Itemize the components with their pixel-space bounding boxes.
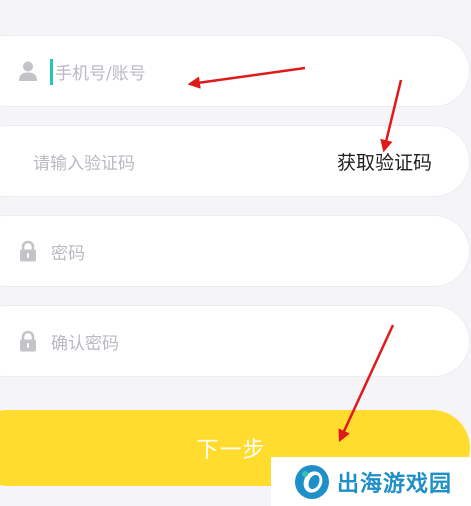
verification-code-field[interactable]: 请输入验证码 获取验证码 (0, 125, 470, 197)
code-placeholder: 请输入验证码 (33, 153, 135, 174)
confirm-password-placeholder: 确认密码 (51, 333, 119, 354)
password-placeholder: 密码 (51, 243, 85, 264)
watermark-logo-icon (295, 465, 329, 499)
watermark-text: 出海游戏园 (337, 472, 453, 497)
watermark: 出海游戏园 (271, 457, 471, 506)
account-placeholder: 手机号/账号 (55, 63, 146, 84)
register-page: 手机号/账号 请输入验证码 获取验证码 密码 确认密码 下一步 出海游戏园 (0, 0, 471, 506)
password-field[interactable]: 密码 (0, 215, 470, 287)
lock-icon (17, 329, 39, 353)
next-step-label: 下一步 (196, 438, 266, 463)
lock-icon (17, 239, 39, 263)
user-icon (17, 59, 39, 83)
account-field[interactable]: 手机号/账号 (0, 35, 470, 107)
confirm-password-field[interactable]: 确认密码 (0, 305, 470, 377)
text-cursor (50, 59, 53, 85)
get-code-button[interactable]: 获取验证码 (337, 148, 432, 175)
